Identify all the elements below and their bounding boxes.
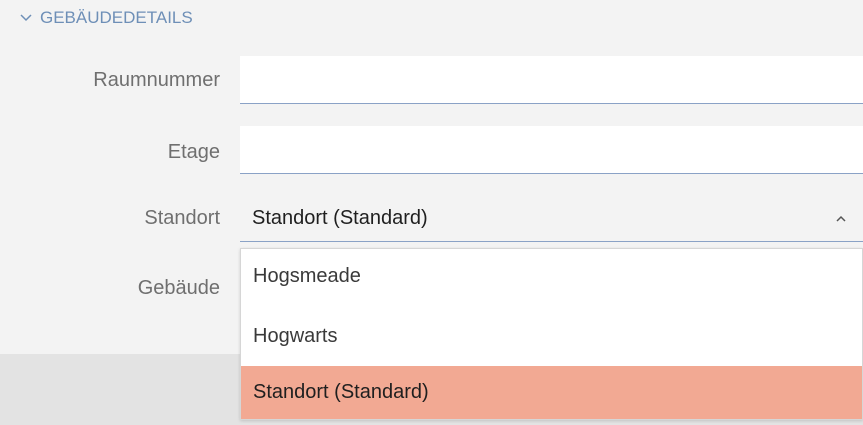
option-label: Hogsmeade xyxy=(253,265,361,287)
gebaeude-label: Gebäude xyxy=(137,277,220,299)
dropdown-option-hogwarts[interactable]: Hogwarts xyxy=(241,310,862,363)
section-title: GEBÄUDEDETAILS xyxy=(40,8,193,27)
standort-dropdown-list: Hogsmeade Hogwarts Standort (Standard) xyxy=(240,248,863,420)
option-label: Hogwarts xyxy=(253,325,338,347)
standort-select[interactable]: Standort (Standard) xyxy=(240,196,863,242)
etage-input[interactable] xyxy=(240,126,863,174)
dropdown-option-standort-standard[interactable]: Standort (Standard) xyxy=(241,366,862,419)
raumnummer-label: Raumnummer xyxy=(93,69,220,91)
page: GEBÄUDEDETAILS Raumnummer Etage Standort… xyxy=(0,0,863,425)
etage-label: Etage xyxy=(167,141,220,163)
section-header-gebaeudedetails[interactable]: GEBÄUDEDETAILS xyxy=(18,7,193,29)
option-label: Standort (Standard) xyxy=(253,381,429,403)
chevron-down-icon xyxy=(20,14,32,22)
chevron-up-icon xyxy=(836,215,846,222)
raumnummer-input[interactable] xyxy=(240,56,863,104)
standort-selected-value: Standort (Standard) xyxy=(252,207,428,229)
dropdown-option-hogsmeade[interactable]: Hogsmeade xyxy=(241,250,862,303)
standort-label: Standort xyxy=(144,207,220,229)
